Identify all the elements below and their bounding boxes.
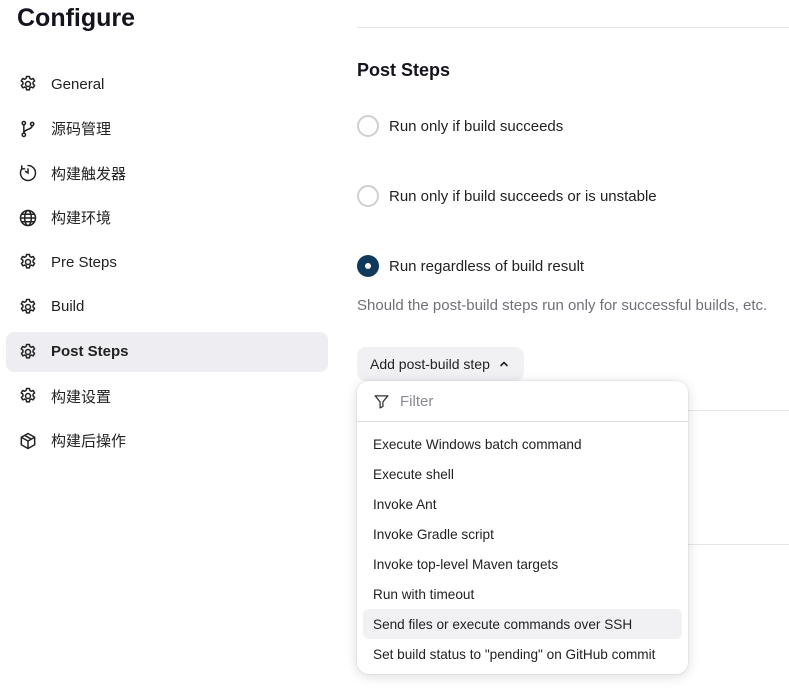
package-icon (18, 431, 38, 451)
divider (688, 410, 789, 411)
help-text: Should the post-build steps run only for… (357, 297, 768, 314)
timer-icon (18, 163, 38, 183)
gear-icon (18, 252, 38, 272)
sidebar-item-post-steps[interactable]: Post Steps (6, 331, 328, 372)
radio-button[interactable] (357, 185, 379, 207)
menu-item-run-with-timeout[interactable]: Run with timeout (363, 579, 682, 609)
divider (688, 544, 789, 545)
gear-icon (18, 386, 38, 406)
configure-page: Configure General 源码管理 构建触发器 构建环境 Pre St… (0, 0, 789, 693)
sidebar-item-label: Build (51, 298, 85, 316)
gear-icon (18, 74, 38, 94)
sidebar-item-triggers[interactable]: 构建触发器 (6, 153, 328, 193)
sidebar-item-label: 构建触发器 (51, 165, 127, 183)
add-post-build-step-button[interactable]: Add post-build step (357, 347, 524, 381)
menu-item-execute-shell[interactable]: Execute shell (363, 459, 682, 489)
radio-succeeds-or-unstable[interactable]: Run only if build succeeds or is unstabl… (357, 185, 657, 207)
section-title: Post Steps (357, 60, 451, 80)
gear-icon (18, 342, 38, 362)
sidebar-item-label: 构建环境 (51, 210, 112, 228)
sidebar-item-environment[interactable]: 构建环境 (6, 198, 328, 238)
sidebar-item-label: Post Steps (51, 343, 129, 361)
radio-build-succeeds[interactable]: Run only if build succeeds (357, 115, 563, 137)
sidebar-item-pre-steps[interactable]: Pre Steps (6, 242, 328, 282)
dropdown-menu: Execute Windows batch command Execute sh… (357, 422, 688, 669)
sidebar-item-label: General (51, 75, 105, 93)
sidebar-item-build[interactable]: Build (6, 287, 328, 327)
sidebar-item-scm[interactable]: 源码管理 (6, 109, 328, 149)
sidebar-item-label: 构建后操作 (51, 433, 127, 451)
sidebar-item-label: 构建设置 (51, 388, 112, 406)
add-button-label: Add post-build step (370, 356, 490, 372)
menu-item-invoke-gradle[interactable]: Invoke Gradle script (363, 519, 682, 549)
filter-placeholder: Filter (400, 392, 434, 410)
sidebar-item-label: Pre Steps (51, 253, 117, 271)
menu-item-send-over-ssh[interactable]: Send files or execute commands over SSH (363, 609, 682, 639)
page-title: Configure (17, 4, 136, 32)
radio-button-checked[interactable] (357, 255, 379, 277)
post-build-step-dropdown: Filter Execute Windows batch command Exe… (357, 381, 688, 674)
sidebar-nav: General 源码管理 构建触发器 构建环境 Pre Steps Build … (6, 64, 328, 465)
gear-icon (18, 297, 38, 317)
chevron-up-icon (500, 361, 508, 367)
branch-icon (18, 119, 38, 139)
sidebar-item-general[interactable]: General (6, 64, 328, 104)
sidebar-item-label: 源码管理 (51, 121, 112, 139)
filter-icon (374, 394, 389, 409)
radio-regardless[interactable]: Run regardless of build result (357, 255, 584, 277)
menu-item-github-pending-status[interactable]: Set build status to "pending" on GitHub … (363, 639, 682, 669)
radio-button[interactable] (357, 115, 379, 137)
radio-label: Run only if build succeeds or is unstabl… (389, 187, 657, 205)
filter-field[interactable]: Filter (357, 381, 688, 422)
sidebar-item-post-build-actions[interactable]: 构建后操作 (6, 421, 328, 461)
menu-item-invoke-maven[interactable]: Invoke top-level Maven targets (363, 549, 682, 579)
radio-label: Run regardless of build result (389, 257, 585, 275)
menu-item-invoke-ant[interactable]: Invoke Ant (363, 489, 682, 519)
sidebar-item-build-settings[interactable]: 构建设置 (6, 376, 328, 416)
globe-icon (18, 208, 38, 228)
menu-item-windows-batch[interactable]: Execute Windows batch command (363, 429, 682, 459)
section-divider (357, 27, 789, 28)
radio-label: Run only if build succeeds (389, 117, 564, 135)
